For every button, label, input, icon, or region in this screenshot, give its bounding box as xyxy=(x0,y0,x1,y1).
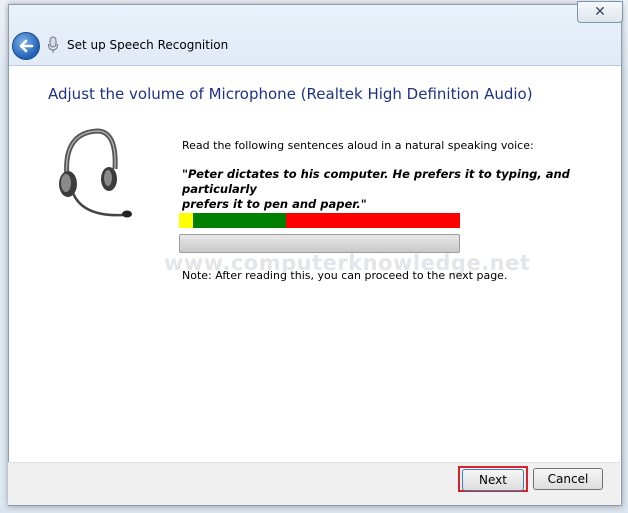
speech-recognition-dialog: Set up Speech Recognition ✕ Adjust the v… xyxy=(8,1,623,506)
next-button[interactable]: Next xyxy=(462,469,524,491)
background-app-statusbar xyxy=(0,505,628,513)
microphone-icon xyxy=(48,36,58,53)
level-segment-3 xyxy=(286,213,460,228)
title-bar: Set up Speech Recognition ✕ xyxy=(9,1,623,66)
sample-sentence-line-1: "Peter dictates to his computer. He pref… xyxy=(182,167,570,196)
close-button[interactable]: ✕ xyxy=(577,1,623,23)
volume-level-meter xyxy=(179,213,460,228)
dialog-footer xyxy=(8,462,620,505)
sample-sentence: "Peter dictates to his computer. He pref… xyxy=(182,167,602,212)
headset-icon xyxy=(59,128,132,218)
sample-sentence-line-2: prefers it to pen and paper." xyxy=(182,197,367,211)
close-icon: ✕ xyxy=(594,4,606,20)
next-button-highlight: Next xyxy=(458,466,528,492)
note-text: Note: After reading this, you can procee… xyxy=(182,269,508,282)
back-button[interactable] xyxy=(12,32,40,60)
instruction-text: Read the following sentences aloud in a … xyxy=(182,139,534,152)
window-title: Set up Speech Recognition xyxy=(67,38,229,52)
cancel-button[interactable]: Cancel xyxy=(533,468,603,490)
back-arrow-icon xyxy=(19,39,34,53)
level-segment-2 xyxy=(193,213,286,228)
level-segment-1 xyxy=(179,213,193,228)
page-heading: Adjust the volume of Microphone (Realtek… xyxy=(48,85,533,103)
